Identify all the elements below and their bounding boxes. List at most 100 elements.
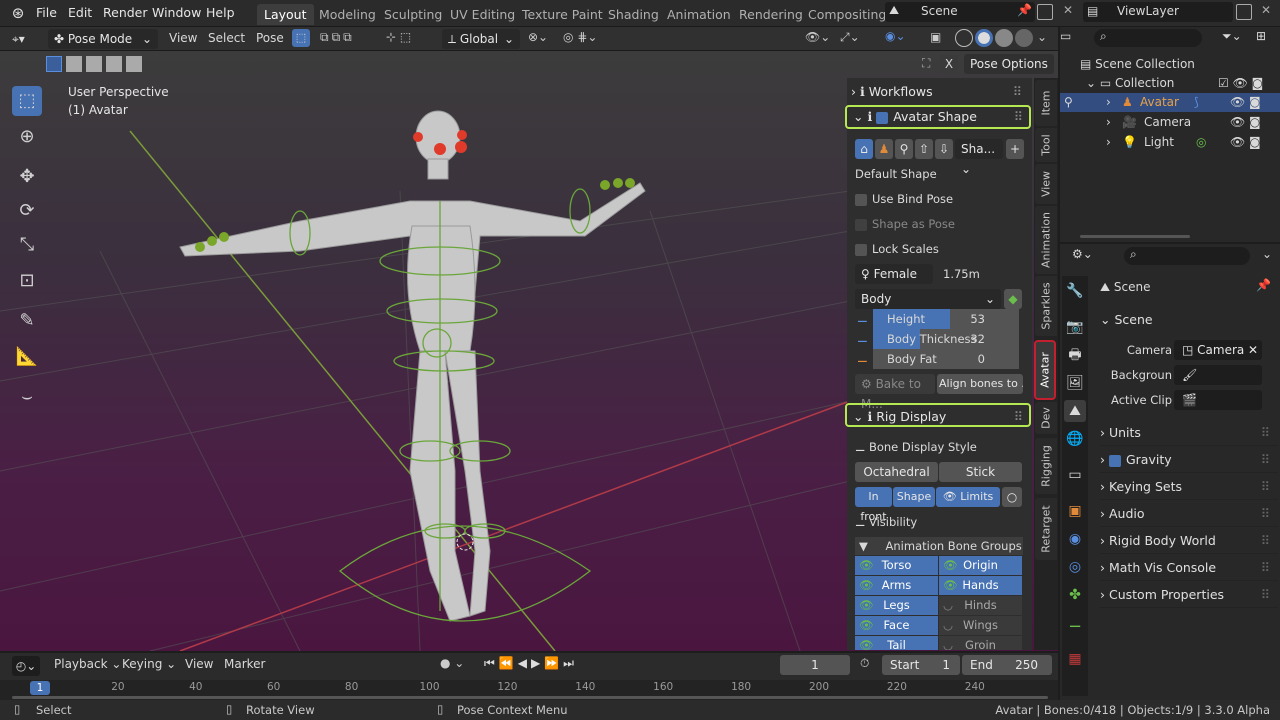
viewlayer-selector[interactable]: ▤ ViewLayer [1083, 2, 1233, 22]
transform-pivot-icon[interactable]: ⊹ ⬚ [386, 30, 411, 44]
visibility-icons[interactable]: 👁 ◙ [1230, 113, 1261, 132]
editor-type-icon[interactable]: ⌖▾ [12, 30, 42, 48]
properties-editor-icon[interactable]: ⚙⌄ [1072, 247, 1093, 261]
menu-edit[interactable]: Edit [62, 3, 98, 23]
bone-group-toggle[interactable]: ◡ Wings [939, 616, 1022, 635]
new-collection-icon[interactable]: ⊞ [1256, 29, 1266, 43]
tab-retarget[interactable]: Retarget [1035, 498, 1057, 560]
blender-logo-icon[interactable]: ⊛ [8, 4, 28, 24]
visibility-icon[interactable]: 👁⌄ [805, 30, 830, 44]
material-shading-icon[interactable] [995, 29, 1013, 47]
npanel-close-icon[interactable]: X [940, 55, 958, 73]
drag-handle-icon[interactable]: ⠿ [1261, 555, 1270, 581]
bone-group-toggle[interactable]: 👁 Hands [939, 576, 1022, 595]
tab-item[interactable]: Item [1035, 80, 1057, 126]
new-viewlayer-icon[interactable] [1236, 4, 1252, 20]
move-tool-icon[interactable]: ✥ [12, 162, 42, 192]
measure-tool-icon[interactable]: 📐 [12, 342, 42, 372]
playback-controls[interactable]: ⏮⏪◀▶⏩⏭ [484, 656, 578, 671]
tab-uv-editing[interactable]: UV Editing [443, 4, 522, 25]
clock-icon[interactable]: ⏱ [860, 656, 869, 671]
modifier-icon[interactable]: ◉ [1064, 528, 1086, 550]
octahedral-button[interactable]: Octahedral [855, 462, 938, 482]
snap-icon[interactable]: ⊗⌄ [528, 30, 548, 44]
shape-slider[interactable]: Height 53 [873, 309, 1019, 329]
render-icon[interactable]: 📷 [1064, 316, 1086, 338]
scene-section-header[interactable]: ⌄ Scene [1100, 307, 1276, 333]
drag-handle-icon[interactable]: ⠿ [1261, 582, 1270, 608]
bone-group-toggle[interactable]: 👁 Legs [855, 596, 938, 615]
rig-icon[interactable]: ⚲ [895, 139, 913, 159]
marker-menu[interactable]: Marker [224, 657, 265, 671]
tab-view[interactable]: View [1035, 164, 1057, 204]
shape-dropdown[interactable]: Sha... ⌄ [955, 139, 1003, 176]
shape-button[interactable]: Shape [893, 487, 935, 507]
bone-properties-icon[interactable]: ⚊ [1064, 612, 1086, 634]
object-data-icon[interactable]: ✤ [1064, 584, 1086, 606]
bone-icon[interactable]: ♟ [875, 139, 893, 159]
shape-mode-icon[interactable]: ⌂ [855, 139, 873, 159]
outliner-scrollbar[interactable] [1080, 235, 1190, 238]
outliner-item-light[interactable]: › 💡 Light ◎ 👁 ◙ [1060, 133, 1280, 152]
scene-selector[interactable]: ⛰ Scene 📌 [885, 2, 1035, 22]
select-box-tool-icon[interactable]: ⬚ [12, 86, 42, 116]
bone-groups-header[interactable]: ▼ Animation Bone Groups [855, 537, 1023, 555]
scene-collection-row[interactable]: ▤ Scene Collection [1080, 55, 1195, 73]
property-section-header[interactable]: › Custom Properties ⠿ [1100, 582, 1278, 608]
scale-tool-icon[interactable]: ⤡ [12, 230, 42, 260]
property-section-header[interactable]: › Rigid Body World ⠿ [1100, 528, 1278, 554]
align-bones-button[interactable]: Align bones to ... [937, 374, 1023, 394]
avatar-shape-checkbox[interactable] [876, 111, 889, 124]
bone-group-toggle[interactable]: 👁 Arms [855, 576, 938, 595]
start-frame-input[interactable]: Start 1 [882, 655, 960, 675]
drag-handle-icon[interactable]: ⠿ [1261, 447, 1270, 473]
property-section-header[interactable]: › Audio ⠿ [1100, 501, 1278, 527]
camera-field[interactable]: ◳ Camera ✕ [1174, 340, 1262, 360]
bone-curve-tool-icon[interactable]: ⌣ [12, 382, 42, 412]
annotate-tool-icon[interactable]: ✎ [12, 306, 42, 336]
mode-selector[interactable]: ✤ Pose Mode ⌄ [48, 29, 158, 49]
object-icon[interactable]: ▣ [1064, 500, 1086, 522]
tab-modeling[interactable]: Modeling [312, 4, 383, 25]
bone-group-toggle[interactable]: 👁 Torso [855, 556, 938, 575]
menu-file[interactable]: File [30, 3, 63, 23]
collection-visibility-icons[interactable]: ☑ 👁 ◙ [1218, 74, 1263, 92]
bone-group-toggle[interactable]: ◡ Groin [939, 636, 1022, 650]
shading-options-icon[interactable]: ⌄ [1037, 30, 1047, 44]
bake-button[interactable]: ⚙ Bake to M... [855, 374, 935, 411]
end-frame-input[interactable]: End 250 [962, 655, 1052, 675]
upload-icon[interactable]: ⇧ [915, 139, 933, 159]
menu-pose[interactable]: Pose [256, 31, 284, 45]
world-icon[interactable]: 🌐 [1064, 428, 1086, 450]
overlay-icon[interactable]: ◉⌄ [885, 29, 906, 43]
use-bind-pose-option[interactable]: Use Bind Pose [855, 189, 953, 209]
bone-group-toggle[interactable]: 👁 Origin [939, 556, 1022, 575]
frame-ruler[interactable]: 1 20 40 60 80 100 120 140 160 180 200 220 240 [0, 680, 1058, 700]
tab-shading[interactable]: Shading [601, 4, 666, 25]
solid-shading-icon[interactable] [975, 29, 993, 47]
add-shape-icon[interactable]: + [1006, 139, 1024, 159]
wireframe-shading-icon[interactable] [955, 29, 973, 47]
tab-sculpting[interactable]: Sculpting [377, 4, 449, 25]
transform-tool-icon[interactable]: ⊡ [12, 266, 42, 296]
gravity-checkbox[interactable] [1108, 454, 1121, 467]
in-front-button[interactable]: In front [855, 487, 892, 523]
visibility-icons[interactable]: 👁 ◙ [1230, 93, 1261, 112]
height-value[interactable]: 1.75m [943, 264, 980, 284]
limits-button[interactable]: 👁 Limits [936, 487, 1000, 507]
select-subtract-icon[interactable] [86, 56, 102, 72]
drag-handle-icon[interactable]: ⠿ [1261, 420, 1270, 446]
shape-as-pose-option[interactable]: Shape as Pose [855, 214, 955, 234]
npanel-pin-icon[interactable]: ⛶ [922, 56, 930, 71]
select-extend-icon[interactable] [66, 56, 82, 72]
tab-sparkles[interactable]: Sparkles [1035, 276, 1057, 336]
active-clip-field[interactable]: 🎬 [1174, 390, 1262, 410]
stick-button[interactable]: Stick [939, 462, 1022, 482]
rendered-shading-icon[interactable] [1015, 29, 1033, 47]
physics-icon[interactable]: ◎ [1064, 556, 1086, 578]
close-icon[interactable]: ✕ [1248, 340, 1258, 360]
tool-icon[interactable]: 🔧 [1064, 280, 1086, 302]
shape-slider[interactable]: Body Fat 0 [873, 349, 1019, 369]
tab-texture-paint[interactable]: Texture Paint [515, 4, 610, 25]
delete-viewlayer-icon[interactable]: ✕ [1261, 3, 1271, 17]
